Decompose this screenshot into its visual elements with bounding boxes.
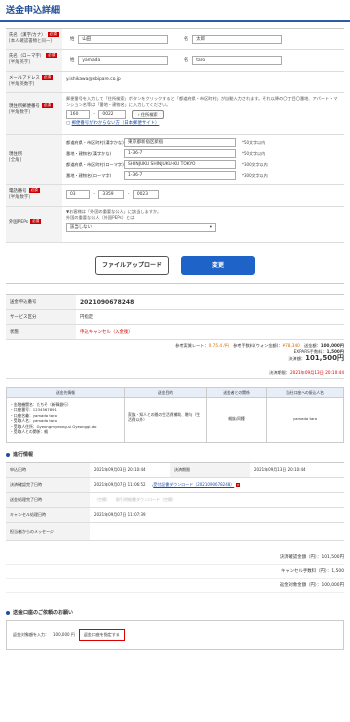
address-fields: 都道府県・市区町村(漢字かな) 東京都新宿区新宿 *50文字以内 番地・建物名(漢字か… — [62, 135, 344, 184]
receipt-download-link[interactable]: 受付証書ダウンロード（2021090678248） — [153, 482, 234, 488]
address-input[interactable]: SHINJUKU SHINJUKU-KU TOKYO — [124, 160, 236, 169]
progress-row: 担当者からのメッセージ — [6, 523, 344, 541]
recipient-table: 送金先情報 ・金融機関名：たちそ（新韓銀行） ・口座番号：1234567891 ・口座… — [6, 387, 344, 443]
first-name-roman-input[interactable]: taro — [192, 56, 283, 65]
page-title: 送金申込詳細 — [0, 0, 350, 22]
statement-download-link: 取引明細書ダウンロード（空欄） — [116, 497, 176, 502]
specify-refund-account-button[interactable]: 返金口座を指定する — [78, 629, 125, 641]
divider — [6, 283, 344, 284]
address-input[interactable]: 東京都新宿区新宿 — [124, 138, 236, 147]
progress-heading: 進行情報 — [6, 451, 344, 458]
first-name-kanji-input[interactable]: 太郎 — [192, 35, 283, 44]
row-peps: 外国PEPs 必須 ▼お客様は「外国の重要な公人」に該当しますか。 外国の重要な公… — [6, 207, 344, 243]
bank-line: ・受取人との関係：親 — [10, 429, 48, 435]
last-name-kanji-input[interactable]: 山田 — [78, 35, 169, 44]
last-name-roman-input[interactable]: yamada — [78, 56, 169, 65]
total-amount: 101,500円 — [305, 354, 344, 362]
required-badge: 必須 — [47, 32, 59, 37]
address-row: 都道府県・市区町村(ローマ字) SHINJUKU SHINJUKU-KU TOKY… — [66, 160, 268, 169]
address-search-button[interactable]: › 住所検索 — [131, 110, 164, 119]
address-row: 番地・建物名(ローマ字) 1-36-7 *300文字以内 — [66, 171, 268, 180]
row-address: 現住所 [全角] 都道府県・市区町村(漢字かな) 東京都新宿区新宿 *50文字以内 番地… — [6, 135, 344, 185]
refund-summary: 決済確認金額（円）：101,500円 キャンセル手数料（円）：1,500 返金対… — [6, 551, 344, 593]
info-row: 送金申込番号 2021090678248 — [6, 295, 344, 310]
chevron-down-icon: ▾ — [209, 225, 212, 230]
pdf-icon: P — [236, 483, 241, 487]
profile-form: 氏名（漢字/カナ） 必須 [本人確認書類と同一] 姓山田 名太郎 氏名（ローマ字）必… — [6, 28, 344, 243]
file-upload-button[interactable]: ファイルアップロード — [95, 256, 169, 275]
required-badge: 必須 — [41, 75, 53, 80]
required-badge: 必須 — [28, 188, 40, 193]
bank-heading: 送金口座のご依頼のお願い — [6, 609, 344, 616]
peps-info-text: 外国の重要な公人（外国PEPs）とは — [66, 215, 135, 220]
required-badge: 必須 — [46, 53, 58, 58]
progress-row: キャンセル処理日時 2021年09月07日 11:07:39 — [6, 508, 344, 523]
status-badge: 申込キャンセル（入金後） — [80, 330, 133, 335]
required-badge: 必須 — [30, 219, 42, 224]
bullet-icon — [6, 610, 10, 615]
email-value: y.ishikawa@sbipare.co.jp — [66, 77, 121, 82]
address-row: 番地・建物名(漢字かな) 1-36-7 *50文字以内 — [66, 149, 266, 158]
address-input[interactable]: 1-36-7 — [124, 171, 236, 180]
progress-row: 決済確認完了日時 2021年09月07日 11:06:52 › 受付証書ダウンロード（… — [6, 478, 344, 493]
fee-summary: 参考実質レート：0.75.4 /円 参考手数料(ウォン金額)：¥78,340 送… — [6, 343, 344, 379]
row-name-kanji: 氏名（漢字/カナ） 必須 [本人確認書類と同一] 姓山田 名太郎 — [6, 29, 344, 50]
refund-bank-box: 返金対象額を入力： 100,000 円 返金口座を指定する — [6, 620, 344, 650]
row-email: メールアドレス 必須 [半角英数字] y.ishikawa@sbipare.co.j… — [6, 72, 344, 93]
postal-help-link[interactable]: 郵便番号がわからない方（日本郵便サイト） — [72, 121, 160, 126]
postal-code-second-input[interactable]: 0022 — [98, 110, 127, 119]
remittance-info: 送金申込番号 2021090678248 サービス区分 円指定 状態 申込キャンセル（… — [6, 294, 344, 340]
bullet-icon — [6, 452, 10, 457]
progress-table: 申込日時 2021年09月03日 20:10:44 決済期限 2021年09月13日 … — [6, 462, 344, 541]
peps-select[interactable]: 該当しない ▾ — [66, 223, 216, 232]
required-badge: 必須 — [41, 103, 53, 108]
action-buttons: ファイルアップロード 変更 — [0, 256, 350, 275]
progress-row: 申込日時 2021年09月03日 20:10:44 決済期限 2021年09月13日 … — [6, 463, 344, 478]
external-link-icon: ▢ — [66, 121, 71, 126]
chevron-right-icon: › — [137, 112, 140, 117]
bank-lines: ・金融機関名：たちそ（新韓銀行） ・口座番号：1234567891 ・口座名義：ya… — [7, 398, 124, 442]
phone-third-input[interactable]: 0023 — [132, 190, 159, 199]
address-row: 都道府県・市区町村(漢字かな) 東京都新宿区新宿 *50文字以内 — [66, 138, 266, 147]
info-row: 状態 申込キャンセル（入金後） — [6, 325, 344, 340]
info-row: サービス区分 円指定 — [6, 310, 344, 325]
address-input[interactable]: 1-36-7 — [124, 149, 236, 158]
row-phone: 電話番号 必須 [半角数字] 03 - 3359 - 0023 — [6, 185, 344, 207]
progress-row: 送金処理完了日時 （空欄） 取引明細書ダウンロード（空欄） — [6, 493, 344, 508]
phone-second-input[interactable]: 3359 — [98, 190, 125, 199]
postal-code-first-input[interactable]: 160 — [66, 110, 90, 119]
row-name-roman: 氏名（ローマ字） 必須 [半角英字] 姓 yamada 名 taro — [6, 50, 344, 72]
change-button[interactable]: 変更 — [181, 256, 255, 275]
row-postal: 現住所郵便番号 必須 [半角数字] 郵便番号を入力して「住所検索」ボタンをクリックす… — [6, 93, 344, 135]
phone-first-input[interactable]: 03 — [66, 190, 90, 199]
